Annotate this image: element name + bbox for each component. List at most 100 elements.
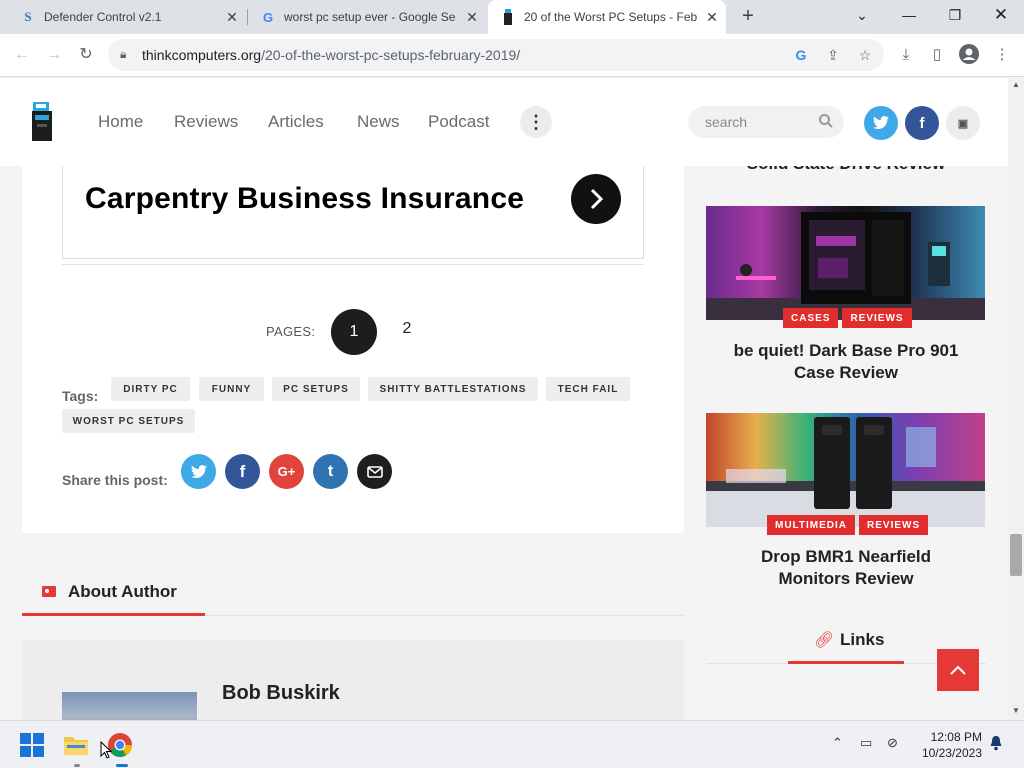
pages-label: PAGES: (266, 324, 316, 339)
card-2-badges: MULTIMEDIA REVIEWS (767, 515, 929, 535)
author-name[interactable]: Bob Buskirk (222, 682, 340, 705)
header-twitter-icon[interactable] (864, 106, 898, 140)
restore-button[interactable]: ❐ (933, 0, 977, 30)
close-tab-icon[interactable]: ✕ (222, 9, 242, 26)
network-icon[interactable]: ▭ (860, 735, 872, 751)
reload-icon[interactable]: ↻ (74, 43, 98, 67)
tab-title: worst pc setup ever - Google Se (284, 10, 456, 24)
browser-toolbar: ← → ↻ 🔒︎ thinkcomputers.org/20-of-the-wo… (0, 34, 1024, 77)
clock-date: 10/23/2023 (921, 746, 982, 760)
links-title: Links (840, 630, 885, 649)
heading-underline (788, 661, 904, 664)
share-email-icon[interactable] (357, 454, 392, 489)
search-placeholder: search (705, 114, 748, 130)
header-youtube-icon[interactable]: ▣ (946, 106, 980, 140)
close-tab-icon[interactable]: ✕ (702, 9, 722, 26)
ad-title: Carpentry Business Insurance (85, 182, 525, 215)
close-tab-icon[interactable]: ✕ (462, 9, 482, 26)
active-app-indicator (116, 764, 128, 767)
file-explorer-icon[interactable] (60, 729, 92, 761)
advertisement-box[interactable]: Carpentry Business Insurance (62, 166, 644, 259)
lock-icon: 🔒︎ (120, 47, 127, 61)
browser-menu-icon[interactable]: ⋮ (991, 44, 1013, 66)
category-badge[interactable]: REVIEWS (842, 308, 912, 328)
windows-start-icon[interactable] (16, 729, 48, 761)
profile-avatar-icon[interactable] (958, 44, 980, 66)
minimize-button[interactable]: — (887, 0, 931, 30)
new-tab-button[interactable]: + (736, 5, 760, 29)
running-app-indicator (74, 764, 80, 767)
nav-podcast[interactable]: Podcast (428, 112, 489, 132)
category-badge[interactable]: MULTIMEDIA (767, 515, 856, 535)
forward-arrow-icon[interactable]: → (42, 43, 66, 67)
search-icon[interactable] (818, 113, 834, 129)
tag-worst-pc-setups[interactable]: WORST PC SETUPS (62, 409, 195, 433)
share-tumblr-icon[interactable]: t (313, 454, 348, 489)
header-facebook-icon[interactable]: f (905, 106, 939, 140)
scrollbar-thumb[interactable] (1010, 534, 1022, 576)
author-avatar[interactable] (62, 692, 197, 720)
download-icon[interactable]: ⤓ (895, 44, 917, 66)
tag-shitty-battlestations[interactable]: SHITTY BATTLESTATIONS (368, 377, 538, 401)
tag-funny[interactable]: FUNNY (199, 377, 264, 401)
close-window-button[interactable]: ✕ (979, 0, 1023, 30)
category-badge[interactable]: CASES (783, 308, 839, 328)
nav-news[interactable]: News (357, 112, 400, 132)
dark-base-pro-image[interactable] (706, 206, 985, 320)
page-scrollbar[interactable]: ▲ ▼ (1008, 78, 1024, 720)
back-arrow-icon[interactable]: ← (10, 43, 34, 67)
address-bar[interactable]: 🔒︎ thinkcomputers.org/20-of-the-worst-pc… (108, 39, 884, 71)
tag-pc-setups[interactable]: PC SETUPS (272, 377, 360, 401)
notification-bell-icon[interactable] (989, 735, 1003, 754)
back-to-top-button[interactable] (937, 649, 979, 691)
site-logo[interactable] (30, 102, 54, 142)
category-badge[interactable]: REVIEWS (859, 515, 929, 535)
volume-muted-icon[interactable]: ⊘ (887, 735, 898, 751)
nav-reviews[interactable]: Reviews (174, 112, 238, 132)
card-2-title[interactable]: Drop BMR1 Nearfield Monitors Review (706, 546, 986, 590)
nav-home[interactable]: Home (98, 112, 143, 132)
bookmark-star-icon[interactable]: ☆ (856, 46, 874, 64)
author-box: Bob Buskirk (22, 640, 684, 720)
ad-chevron-right-icon[interactable] (571, 174, 621, 224)
search-input[interactable]: search (688, 106, 844, 138)
tag-tech-fail[interactable]: TECH FAIL (546, 377, 630, 401)
clock-time: 12:08 PM (930, 730, 982, 744)
tray-chevron-up-icon[interactable]: ⌃ (832, 735, 843, 751)
card-1-title[interactable]: be quiet! Dark Base Pro 901 Case Review (706, 340, 986, 384)
nav-articles[interactable]: Articles (268, 112, 324, 132)
tab-defender-control[interactable]: S Defender Control v2.1 ✕ (8, 0, 246, 34)
page-2-button[interactable]: 2 (384, 306, 430, 352)
tab-search-chevron-icon[interactable]: ⌄ (840, 0, 884, 30)
page-viewport: Solid State Drive Review Home Reviews Ar… (0, 78, 1008, 720)
browser-tab-bar: S Defender Control v2.1 ✕ G worst pc set… (0, 0, 1024, 34)
share-label: Share this post: (62, 472, 168, 488)
system-clock[interactable]: 12:08 PM 10/23/2023 (912, 729, 982, 761)
scroll-up-arrow-icon[interactable]: ▲ (1012, 80, 1020, 89)
more-menu-icon[interactable]: ⋮ (520, 106, 552, 138)
page-1-button[interactable]: 1 (331, 309, 377, 355)
tab-worst-pc-setups[interactable]: 20 of the Worst PC Setups - Feb ✕ (488, 0, 726, 34)
mouse-cursor-icon (100, 740, 113, 764)
url-text: thinkcomputers.org/20-of-the-worst-pc-se… (142, 47, 521, 63)
drop-bmr1-image[interactable] (706, 413, 985, 527)
divider (62, 264, 644, 265)
share-icon[interactable]: ⇪ (824, 46, 842, 64)
share-google-plus-icon[interactable]: G+ (269, 454, 304, 489)
card-title-line: Monitors Review (778, 569, 914, 588)
share-facebook-icon[interactable]: f (225, 454, 260, 489)
google-lens-icon[interactable]: G (792, 46, 810, 64)
scroll-down-arrow-icon[interactable]: ▼ (1012, 706, 1020, 715)
windows-taskbar: ⌃ ▭ ⊘ 12:08 PM 10/23/2023 (0, 720, 1024, 768)
card-title-line: Case Review (794, 363, 898, 382)
card-title-line: be quiet! Dark Base Pro 901 (733, 341, 959, 360)
tag-dirty-pc[interactable]: DIRTY PC (111, 377, 190, 401)
google-favicon-icon: G (262, 9, 274, 25)
share-twitter-icon[interactable] (181, 454, 216, 489)
tab-title: Defender Control v2.1 (44, 10, 162, 24)
defender-favicon-icon: S (24, 9, 32, 24)
tab-google-search[interactable]: G worst pc setup ever - Google Se ✕ (248, 0, 486, 34)
about-author-title: About Author (68, 582, 177, 601)
card-title-line: Drop BMR1 Nearfield (760, 547, 932, 566)
side-panel-icon[interactable]: ▯ (926, 44, 948, 66)
